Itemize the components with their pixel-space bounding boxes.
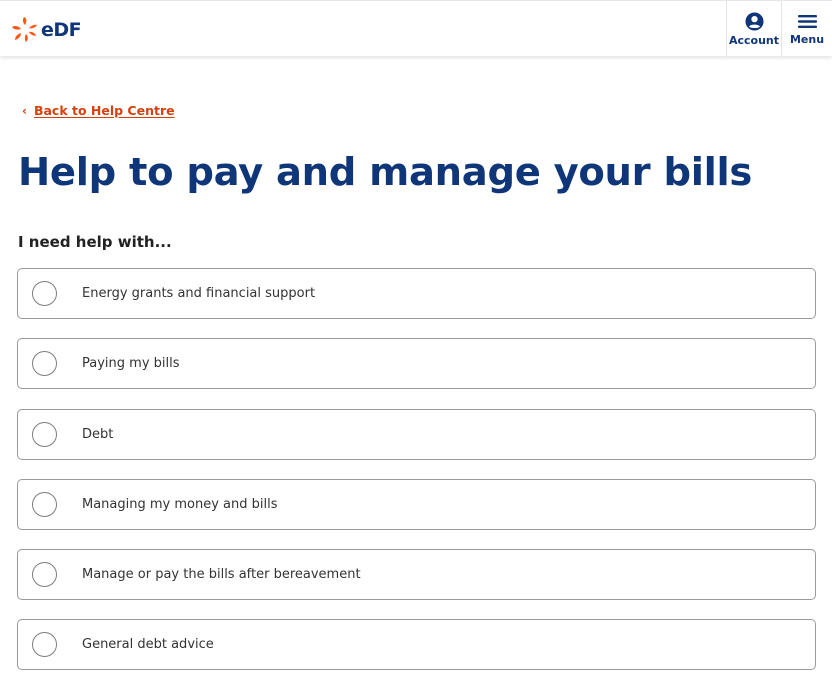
- menu-label: Menu: [789, 32, 825, 46]
- account-button[interactable]: Account: [726, 1, 781, 57]
- option-label: Manage or pay the bills after bereavemen…: [82, 567, 361, 583]
- page-title: Help to pay and manage your bills: [18, 150, 753, 195]
- edf-sun-logo-icon: [12, 17, 37, 42]
- edf-logo[interactable]: eDF: [10, 15, 82, 45]
- option-debt[interactable]: Debt: [17, 408, 816, 460]
- radio-button[interactable]: [32, 632, 57, 658]
- account-icon: [744, 11, 764, 31]
- option-label: Energy grants and financial support: [82, 286, 316, 301]
- option-bereavement[interactable]: Manage or pay the bills after bereavemen…: [17, 549, 816, 601]
- radio-button[interactable]: [32, 281, 57, 306]
- radio-button[interactable]: [32, 491, 57, 517]
- hamburger-menu-icon: [797, 14, 817, 28]
- logo-text: eDF: [41, 19, 82, 41]
- option-paying-my-bills[interactable]: Paying my bills: [17, 338, 816, 390]
- back-to-help-centre-link[interactable]: ‹ Back to Help Centre: [22, 103, 175, 118]
- question-label: I need help with...: [18, 233, 172, 251]
- site-header: eDF Account Menu: [0, 0, 832, 57]
- radio-button[interactable]: [32, 351, 57, 377]
- account-label: Account: [728, 33, 780, 47]
- option-label: Paying my bills: [82, 356, 180, 372]
- option-label: Debt: [82, 426, 114, 442]
- option-label: General debt advice: [82, 637, 214, 653]
- chevron-left-icon: ‹: [22, 103, 27, 118]
- back-link-label: Back to Help Centre: [33, 103, 175, 118]
- radio-button[interactable]: [32, 421, 57, 447]
- option-label: Managing my money and bills: [82, 496, 278, 512]
- option-general-debt-advice[interactable]: General debt advice: [17, 619, 816, 671]
- menu-button[interactable]: Menu: [781, 1, 832, 57]
- option-energy-grants[interactable]: Energy grants and financial support: [17, 268, 816, 319]
- option-managing-money[interactable]: Managing my money and bills: [17, 478, 816, 530]
- radio-button[interactable]: [32, 562, 57, 588]
- help-options-radio-group: Energy grants and financial support Payi…: [17, 268, 816, 690]
